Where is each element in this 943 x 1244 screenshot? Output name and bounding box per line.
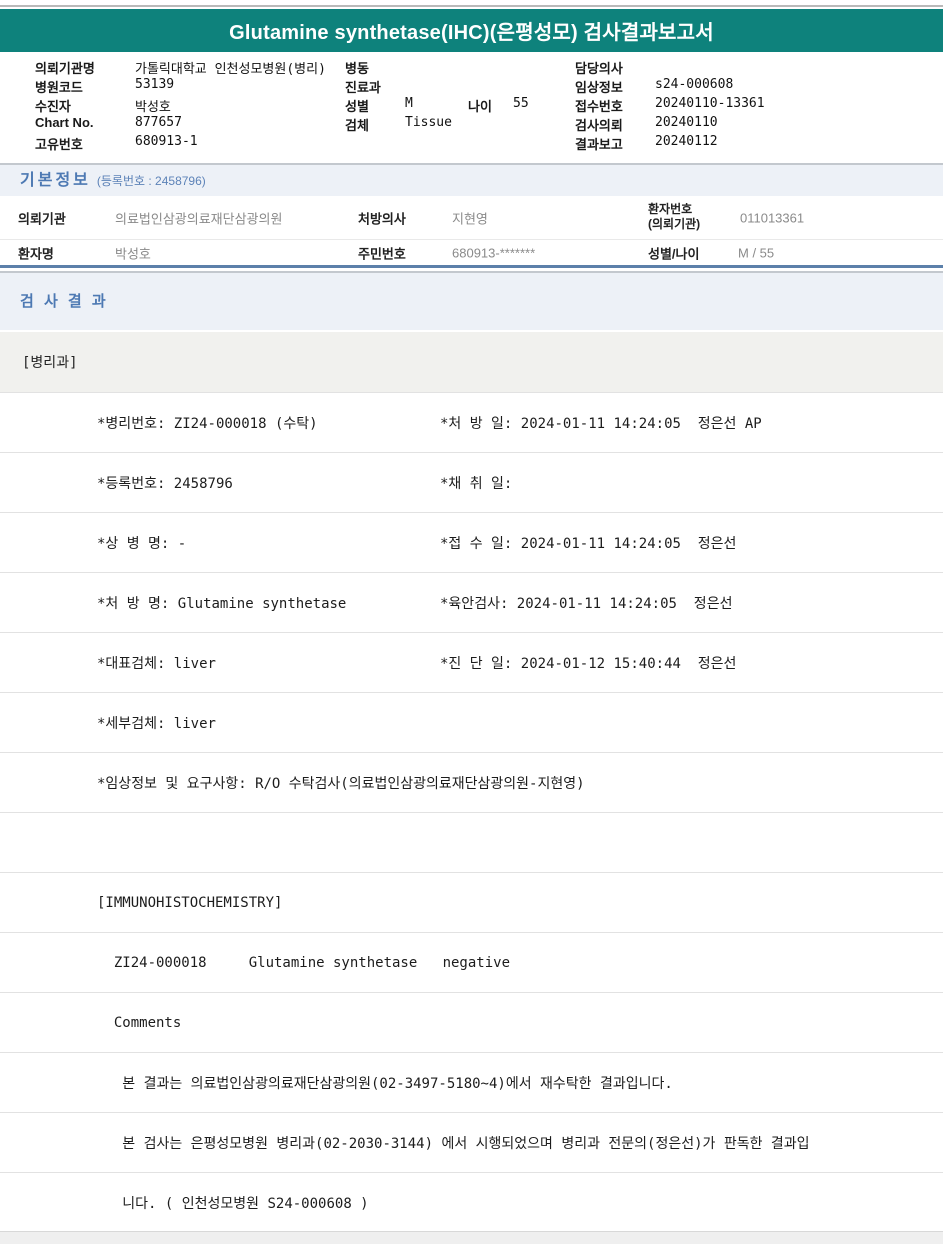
patient-header: 의뢰기관명 가톨릭대학교 인천성모병원(병리) 병원코드 53139 수진자 박…	[0, 52, 943, 162]
basic-info-heading: 기본정보	[20, 172, 91, 189]
label-patient-no-line1: 환자번호	[648, 202, 692, 217]
field-value-accession-no: 20240110-13361	[655, 96, 765, 111]
field-label-doctor: 담당의사	[575, 58, 623, 77]
result-right: *처 방 일: 2024-01-11 14:24:05 정은선 AP	[440, 413, 762, 433]
table-bottom-rule	[0, 265, 943, 268]
result-left: *상 병 명: -	[97, 533, 186, 553]
field-value-chart-no: 877657	[135, 115, 182, 130]
field-value-request-date: 20240110	[655, 115, 718, 130]
basic-info-row-1: 의뢰기관 의료법인삼광의료재단삼광의원 처방의사 지현영 환자번호 (의뢰기관)…	[0, 196, 943, 240]
value-sex-age: M / 55	[738, 245, 774, 260]
field-label-request-date: 검사의뢰	[575, 115, 623, 134]
result-row-order-name: *처 방 명: Glutamine synthetase *육안검사: 2024…	[0, 572, 943, 632]
field-value-hospital-code: 53139	[135, 77, 174, 92]
test-results-heading: 검 사 결 과	[20, 293, 109, 310]
result-left: [IMMUNOHISTOCHEMISTRY]	[97, 895, 282, 911]
field-label-unique-no: 고유번호	[35, 134, 83, 153]
field-value-unique-no: 680913-1	[135, 134, 198, 149]
label-patient-name: 환자명	[18, 243, 54, 262]
result-right: *육안검사: 2024-01-11 14:24:05 정은선	[440, 593, 732, 613]
label-resident-no: 주민번호	[358, 243, 406, 262]
result-row-empty	[0, 812, 943, 872]
value-prescribing-doctor: 지현영	[452, 208, 488, 227]
department-name: [병리과]	[22, 352, 78, 372]
footer-strip	[0, 1231, 943, 1244]
result-rows: *병리번호: ZI24-000018 (수탁) *처 방 일: 2024-01-…	[0, 392, 943, 1232]
field-label-age: 나이	[468, 96, 492, 115]
report-title-bar: Glutamine synthetase(IHC)(은평성모) 검사결과보고서	[0, 9, 943, 52]
result-row-ihc-heading: [IMMUNOHISTOCHEMISTRY]	[0, 872, 943, 932]
field-value-clinical-info: s24-000608	[655, 77, 733, 92]
result-row-comment-3: 니다. ( 인천성모병원 S24-000608 )	[0, 1172, 943, 1232]
field-value-requesting-org: 가톨릭대학교 인천성모병원(병리)	[135, 58, 326, 77]
report-page: Glutamine synthetase(IHC)(은평성모) 검사결과보고서 …	[0, 0, 943, 1244]
label-sex-age: 성별/나이	[648, 243, 699, 262]
basic-info-section-bar: 기본정보 (등록번호 : 2458796)	[0, 163, 943, 196]
result-row-pathology-no: *병리번호: ZI24-000018 (수탁) *처 방 일: 2024-01-…	[0, 392, 943, 452]
result-row-sub-specimen: *세부검체: liver	[0, 692, 943, 752]
field-value-patient-name: 박성호	[135, 96, 171, 115]
result-right: *채 취 일:	[440, 473, 512, 493]
result-left: 본 검사는 은평성모병원 병리과(02-2030-3144) 에서 시행되었으며…	[97, 1133, 810, 1153]
result-left: *병리번호: ZI24-000018 (수탁)	[97, 413, 318, 433]
field-label-department: 진료과	[345, 77, 381, 96]
result-row-comment-1: 본 결과는 의료법인삼광의료재단삼광의원(02-3497-5180~4)에서 재…	[0, 1052, 943, 1112]
field-label-report-date: 결과보고	[575, 134, 623, 153]
result-row-diagnosis-name: *상 병 명: - *접 수 일: 2024-01-11 14:24:05 정은…	[0, 512, 943, 572]
result-right: *접 수 일: 2024-01-11 14:24:05 정은선	[440, 533, 736, 553]
field-label-patient-name: 수진자	[35, 96, 71, 115]
value-referring-org: 의료법인삼광의료재단삼광의원	[115, 208, 282, 227]
result-left: *세부검체: liver	[97, 713, 216, 733]
field-label-requesting-org: 의뢰기관명	[35, 58, 95, 77]
result-left: Comments	[97, 1015, 181, 1031]
value-patient-no: 011013361	[740, 210, 804, 225]
field-value-specimen: Tissue	[405, 115, 452, 130]
result-left: ZI24-000018 Glutamine synthetase negativ…	[97, 955, 510, 971]
field-label-clinical-info: 임상정보	[575, 77, 623, 96]
result-left: *처 방 명: Glutamine synthetase	[97, 593, 346, 613]
test-results-section-bar: 검 사 결 과	[0, 271, 943, 330]
basic-info-reg-note: (등록번호 : 2458796)	[97, 174, 206, 188]
field-label-specimen: 검체	[345, 115, 369, 134]
field-label-hospital-code: 병원코드	[35, 77, 83, 96]
label-referring-org: 의뢰기관	[18, 208, 66, 227]
label-prescribing-doctor: 처방의사	[358, 208, 406, 227]
top-divider	[0, 5, 943, 7]
report-title: Glutamine synthetase(IHC)(은평성모) 검사결과보고서	[229, 16, 714, 45]
result-left: *대표검체: liver	[97, 653, 216, 673]
result-left: *등록번호: 2458796	[97, 473, 233, 493]
result-left: 니다. ( 인천성모병원 S24-000608 )	[97, 1193, 369, 1213]
field-value-report-date: 20240112	[655, 134, 718, 149]
result-row-main-specimen: *대표검체: liver *진 단 일: 2024-01-12 15:40:44…	[0, 632, 943, 692]
label-patient-no-line2: (의뢰기관)	[648, 217, 700, 232]
result-left: *임상정보 및 요구사항: R/O 수탁검사(의료법인삼광의료재단삼광의원-지현…	[97, 773, 585, 793]
result-row-comments-heading: Comments	[0, 992, 943, 1052]
basic-info-table: 의뢰기관 의료법인삼광의료재단삼광의원 처방의사 지현영 환자번호 (의뢰기관)…	[0, 196, 943, 268]
result-row-ihc-result: ZI24-000018 Glutamine synthetase negativ…	[0, 932, 943, 992]
result-row-clinical-request: *임상정보 및 요구사항: R/O 수탁검사(의료법인삼광의료재단삼광의원-지현…	[0, 752, 943, 812]
field-label-accession-no: 접수번호	[575, 96, 623, 115]
department-band: [병리과]	[0, 332, 943, 392]
result-left: 본 결과는 의료법인삼광의료재단삼광의원(02-3497-5180~4)에서 재…	[97, 1073, 673, 1093]
result-right: *진 단 일: 2024-01-12 15:40:44 정은선	[440, 653, 736, 673]
basic-info-row-2: 환자명 박성호 주민번호 680913-******* 성별/나이 M / 55	[0, 240, 943, 265]
field-label-chart-no: Chart No.	[35, 115, 94, 130]
value-resident-no: 680913-*******	[452, 245, 535, 260]
result-row-comment-2: 본 검사는 은평성모병원 병리과(02-2030-3144) 에서 시행되었으며…	[0, 1112, 943, 1172]
field-label-sex: 성별	[345, 96, 369, 115]
field-value-sex: M	[405, 96, 413, 111]
field-label-ward: 병동	[345, 58, 369, 77]
result-row-registration-no: *등록번호: 2458796 *채 취 일:	[0, 452, 943, 512]
field-value-age: 55	[513, 96, 529, 111]
value-patient-name: 박성호	[115, 243, 151, 262]
